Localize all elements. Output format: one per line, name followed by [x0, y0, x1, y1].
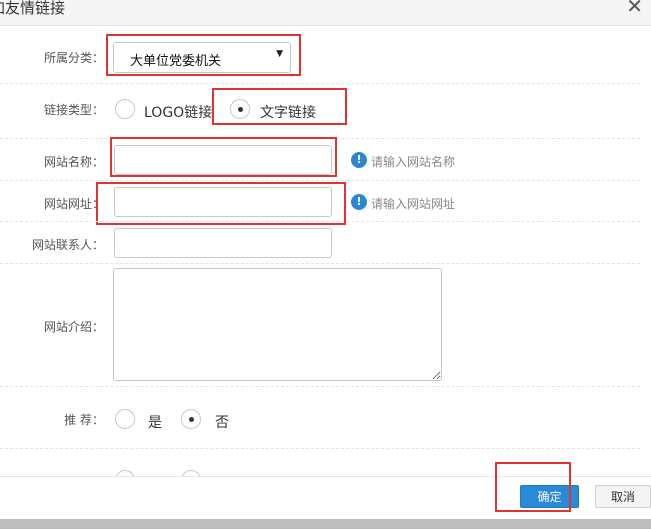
recommend-label: 推 荐：: [64, 413, 104, 427]
contact-label: 网站联系人：: [31, 238, 104, 252]
dialog-titlebar: 加友情链接 ✕: [0, 0, 651, 26]
radio-logo-link-label: LOGO链接: [144, 105, 213, 121]
highlight-box-confirm: [495, 462, 571, 512]
row-divider: [0, 180, 640, 181]
row-divider: [0, 221, 640, 222]
site-url-hint: 请输入网站网址: [371, 197, 456, 211]
radio-recommend-yes-label: 是: [148, 415, 162, 431]
info-icon: !: [351, 152, 367, 168]
add-link-dialog: 加友情链接 ✕ 所属分类： 大单位党委机关 ▼ 链接类型： LOGO链接 文字链…: [0, 0, 651, 530]
highlight-box-category: [106, 34, 301, 76]
link-type-label: 链接类型：: [43, 103, 104, 117]
site-url-label: 网站网址：: [43, 197, 104, 211]
site-name-label: 网站名称：: [43, 155, 104, 169]
category-label: 所属分类：: [43, 51, 104, 65]
radio-logo-link[interactable]: [115, 99, 135, 119]
close-icon[interactable]: ✕: [626, 0, 643, 18]
page-background-strip: [0, 519, 651, 529]
contact-input[interactable]: [114, 228, 332, 258]
intro-textarea[interactable]: [113, 268, 442, 381]
intro-label: 网站介绍：: [43, 320, 104, 334]
row-divider: [0, 386, 640, 387]
row-divider: [0, 448, 640, 449]
site-name-hint: 请输入网站名称: [371, 155, 456, 169]
highlight-box-link-type: [212, 88, 347, 125]
highlight-box-site-name: [110, 137, 337, 177]
dialog-title: 加友情链接: [0, 0, 66, 17]
info-icon: !: [351, 194, 367, 210]
radio-recommend-yes[interactable]: [115, 409, 135, 429]
row-divider: [0, 83, 640, 84]
radio-recommend-no[interactable]: [181, 409, 201, 429]
cancel-button[interactable]: 取消: [595, 485, 651, 508]
highlight-box-site-url: [96, 182, 346, 225]
radio-recommend-no-label: 否: [215, 415, 229, 431]
row-divider: [0, 263, 640, 264]
